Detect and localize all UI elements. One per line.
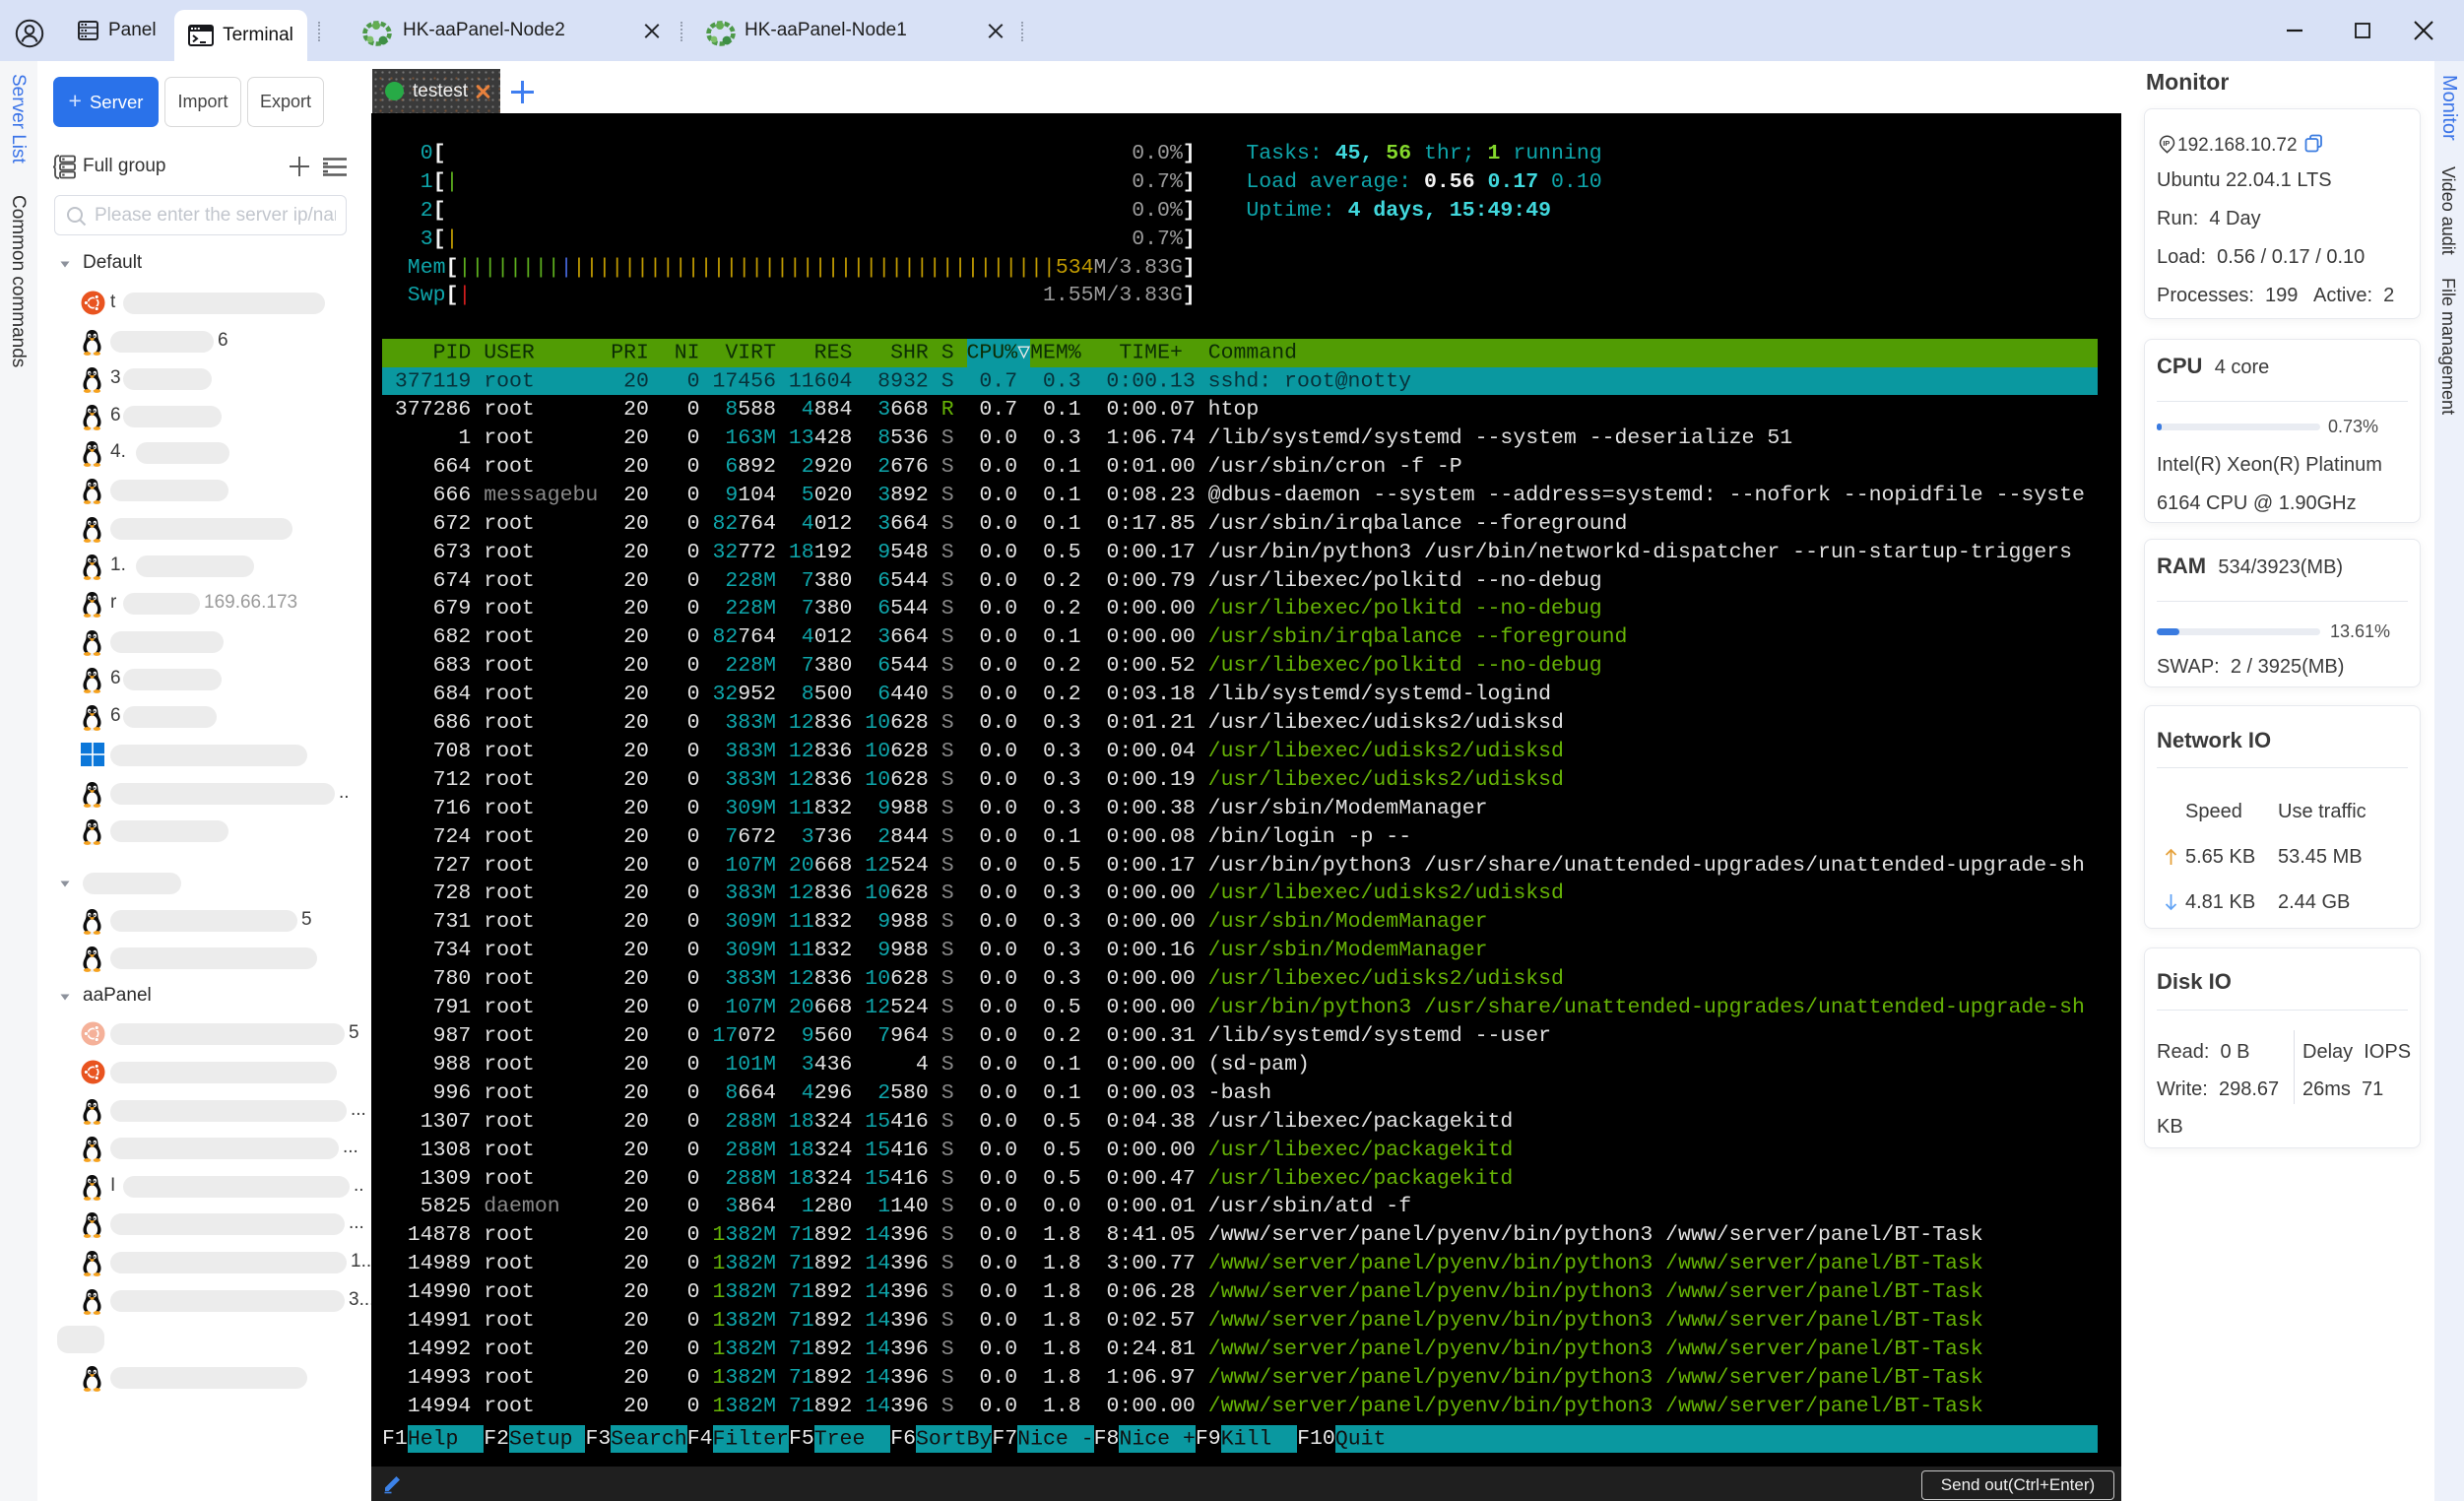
- svg-text:IP: IP: [2163, 139, 2170, 148]
